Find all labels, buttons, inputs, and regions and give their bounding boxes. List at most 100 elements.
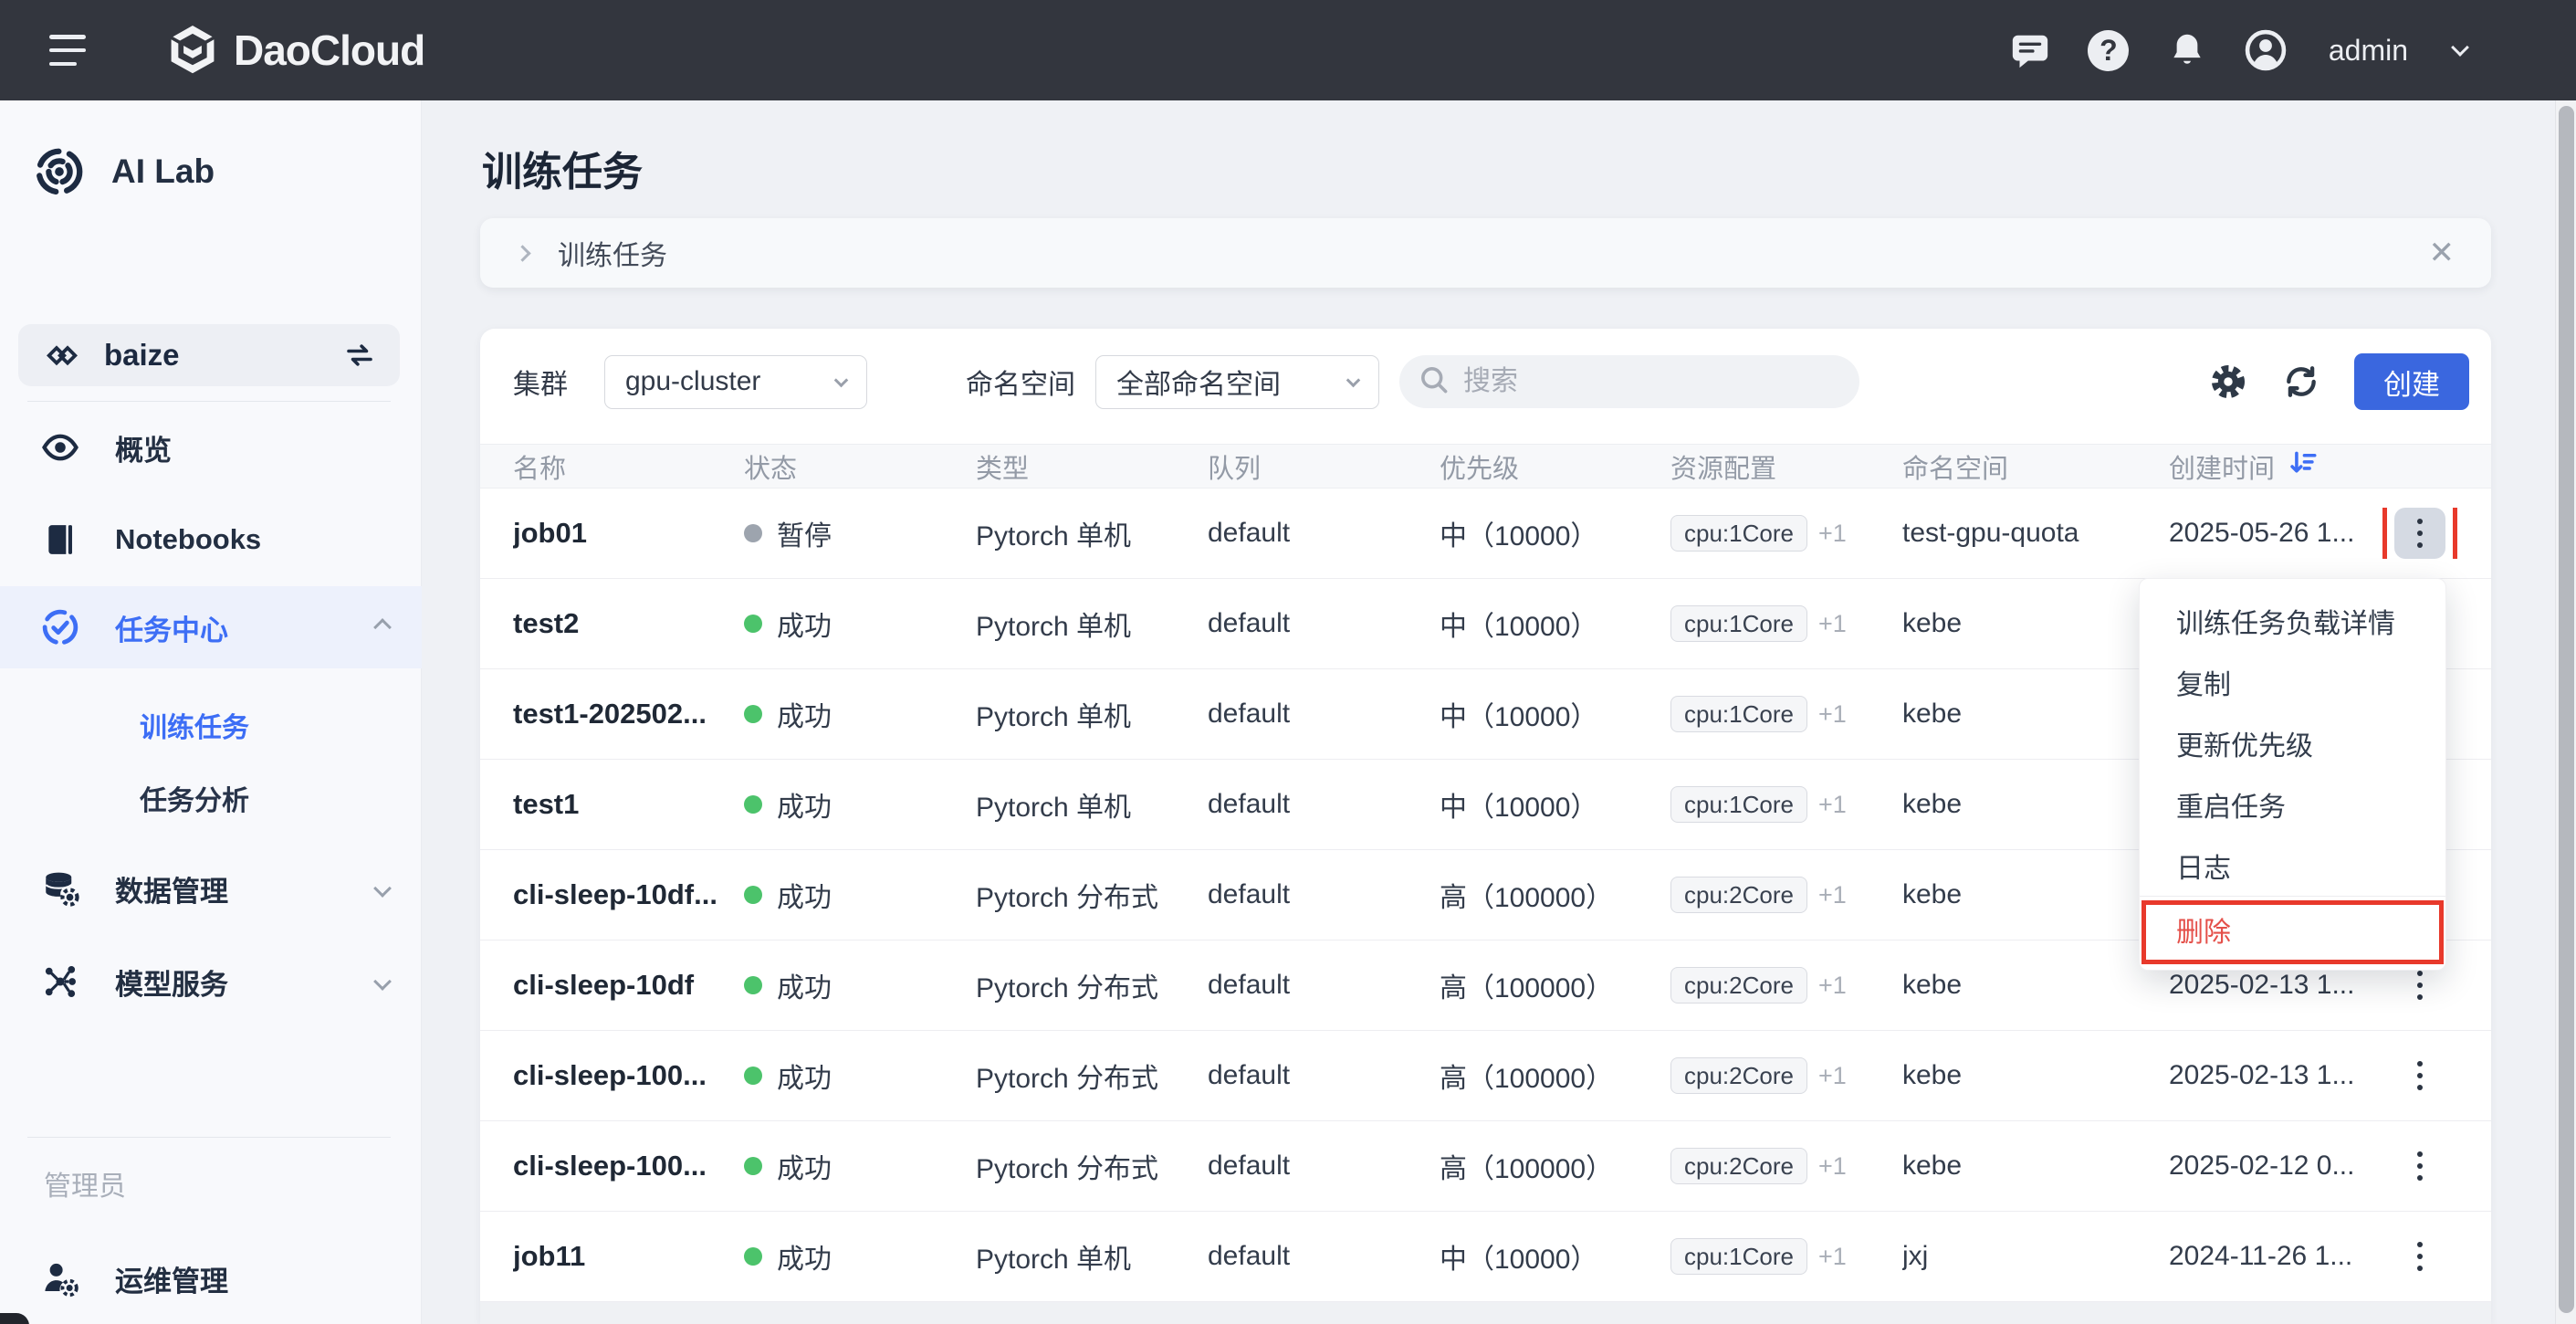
job-type: Pytorch 单机 xyxy=(976,784,1208,825)
job-priority: 中（10000） xyxy=(1440,513,1670,553)
resource-extra[interactable]: +1 xyxy=(1818,1243,1847,1271)
job-type: Pytorch 单机 xyxy=(976,1236,1208,1277)
gear-icon[interactable] xyxy=(2208,362,2248,402)
resource-extra[interactable]: +1 xyxy=(1818,972,1847,1000)
chat-icon[interactable] xyxy=(2009,29,2051,71)
col-status[interactable]: 状态 xyxy=(744,447,976,486)
job-type: Pytorch 分布式 xyxy=(976,875,1208,915)
brand-logo[interactable]: DaoCloud xyxy=(168,24,424,77)
status-dot xyxy=(744,1157,762,1175)
table-row[interactable]: job11 成功 Pytorch 单机 default 中（10000） cpu… xyxy=(480,1212,2491,1302)
row-actions-button[interactable] xyxy=(2394,508,2445,559)
resource-extra[interactable]: +1 xyxy=(1818,1152,1847,1181)
col-namespace[interactable]: 命名空间 xyxy=(1902,447,2169,486)
resource-extra[interactable]: +1 xyxy=(1818,791,1847,819)
row-actions-button[interactable] xyxy=(2394,1140,2445,1192)
col-resources[interactable]: 资源配置 xyxy=(1670,447,1902,486)
sidebar-product[interactable]: AI Lab xyxy=(0,142,422,202)
status-dot xyxy=(744,1067,762,1085)
refresh-icon[interactable] xyxy=(2281,362,2321,402)
job-queue: default xyxy=(1208,970,1440,1001)
menu-item-clone[interactable]: 复制 xyxy=(2140,651,2445,712)
help-icon[interactable]: ? xyxy=(2088,29,2130,71)
cluster-select[interactable]: gpu-cluster xyxy=(604,355,867,409)
user-name[interactable]: admin xyxy=(2329,34,2408,68)
resource-extra[interactable]: +1 xyxy=(1818,881,1847,909)
job-name[interactable]: job11 xyxy=(513,1240,744,1273)
breadcrumb: 训练任务 ✕ xyxy=(480,218,2491,288)
job-name[interactable]: cli-sleep-10df... xyxy=(513,878,744,911)
sort-desc-icon[interactable] xyxy=(2288,447,2319,486)
scrollbar[interactable] xyxy=(2555,100,2576,1324)
job-namespace: kebe xyxy=(1902,699,2169,730)
job-name[interactable]: test1-202502... xyxy=(513,698,744,730)
workspace-switch-icon[interactable] xyxy=(343,339,376,372)
chevron-right-icon[interactable] xyxy=(514,245,530,261)
resource-chip: cpu:1Core xyxy=(1670,605,1807,642)
job-created: 2025-02-13 1... xyxy=(2169,1060,2370,1091)
sidebar-item-task-center[interactable]: 任务中心 xyxy=(0,586,422,668)
job-queue: default xyxy=(1208,518,1440,549)
menu-item-update-priority[interactable]: 更新优先级 xyxy=(2140,712,2445,773)
ai-lab-icon xyxy=(33,145,86,198)
sidebar-item-ops-management[interactable]: 运维管理 xyxy=(0,1246,422,1310)
breadcrumb-item[interactable]: 训练任务 xyxy=(558,233,667,273)
status-dot xyxy=(744,615,762,633)
scrollbar-thumb[interactable] xyxy=(2559,106,2574,1313)
workspace-selector[interactable]: baize xyxy=(18,324,400,386)
job-type: Pytorch 单机 xyxy=(976,604,1208,644)
row-actions-button[interactable] xyxy=(2394,1231,2445,1282)
sidebar-item-job-analysis[interactable]: 任务分析 xyxy=(0,771,422,825)
bell-icon[interactable] xyxy=(2166,29,2208,71)
job-name[interactable]: cli-sleep-10df xyxy=(513,969,744,1002)
job-name[interactable]: job01 xyxy=(513,517,744,550)
avatar-icon[interactable] xyxy=(2245,29,2287,71)
search-input[interactable] xyxy=(1463,366,1810,397)
row-actions-button[interactable] xyxy=(2394,1050,2445,1101)
menu-item-restart[interactable]: 重启任务 xyxy=(2140,773,2445,835)
close-icon[interactable]: ✕ xyxy=(2429,237,2456,268)
job-name[interactable]: cli-sleep-100... xyxy=(513,1059,744,1092)
sidebar-item-model-services[interactable]: 模型服务 xyxy=(0,950,422,1014)
col-name[interactable]: 名称 xyxy=(513,447,744,486)
resource-extra[interactable]: +1 xyxy=(1818,1062,1847,1090)
chevron-down-icon[interactable] xyxy=(373,879,392,898)
sidebar-item-data-management[interactable]: 数据管理 xyxy=(0,856,422,920)
job-namespace: jxj xyxy=(1902,1241,2169,1272)
resource-extra[interactable]: +1 xyxy=(1818,520,1847,548)
job-type: Pytorch 分布式 xyxy=(976,1146,1208,1186)
menu-item-logs[interactable]: 日志 xyxy=(2140,835,2445,896)
hamburger-icon[interactable] xyxy=(49,35,89,66)
col-created[interactable]: 创建时间 xyxy=(2169,447,2370,486)
job-resources: cpu:2Core +1 xyxy=(1670,1057,1902,1094)
topbar-actions: ? admin xyxy=(2009,29,2466,71)
job-name[interactable]: test1 xyxy=(513,788,744,821)
job-actions xyxy=(2370,1140,2469,1192)
chevron-down-icon[interactable] xyxy=(2451,38,2469,57)
sidebar-item-training-jobs[interactable]: 训练任务 xyxy=(0,698,422,752)
col-queue[interactable]: 队列 xyxy=(1208,447,1440,486)
job-resources: cpu:1Core +1 xyxy=(1670,1238,1902,1275)
menu-item-delete[interactable]: 删除 xyxy=(2140,897,2445,961)
sidebar-item-notebooks[interactable]: Notebooks xyxy=(0,508,422,572)
job-priority: 中（10000） xyxy=(1440,604,1670,644)
job-name[interactable]: test2 xyxy=(513,607,744,640)
resource-extra[interactable]: +1 xyxy=(1818,610,1847,638)
sidebar-divider xyxy=(27,401,391,402)
job-namespace: kebe xyxy=(1902,879,2169,910)
menu-item-workload-details[interactable]: 训练任务负载详情 xyxy=(2140,590,2445,651)
chevron-down-icon[interactable] xyxy=(373,972,392,991)
search-box xyxy=(1399,355,1859,408)
resource-extra[interactable]: +1 xyxy=(1818,700,1847,729)
job-name[interactable]: cli-sleep-100... xyxy=(513,1150,744,1182)
table-row[interactable]: job01 暂停 Pytorch 单机 default 中（10000） cpu… xyxy=(480,489,2491,579)
create-button[interactable]: 创建 xyxy=(2354,353,2469,410)
job-type: Pytorch 分布式 xyxy=(976,1056,1208,1096)
col-priority[interactable]: 优先级 xyxy=(1440,447,1670,486)
chevron-up-icon[interactable] xyxy=(373,618,392,636)
namespace-select[interactable]: 全部命名空间 xyxy=(1095,355,1379,409)
col-type[interactable]: 类型 xyxy=(976,447,1208,486)
sidebar-item-overview[interactable]: 概览 xyxy=(0,415,422,479)
table-row[interactable]: cli-sleep-100... 成功 Pytorch 分布式 default … xyxy=(480,1031,2491,1121)
table-row[interactable]: cli-sleep-100... 成功 Pytorch 分布式 default … xyxy=(480,1121,2491,1212)
